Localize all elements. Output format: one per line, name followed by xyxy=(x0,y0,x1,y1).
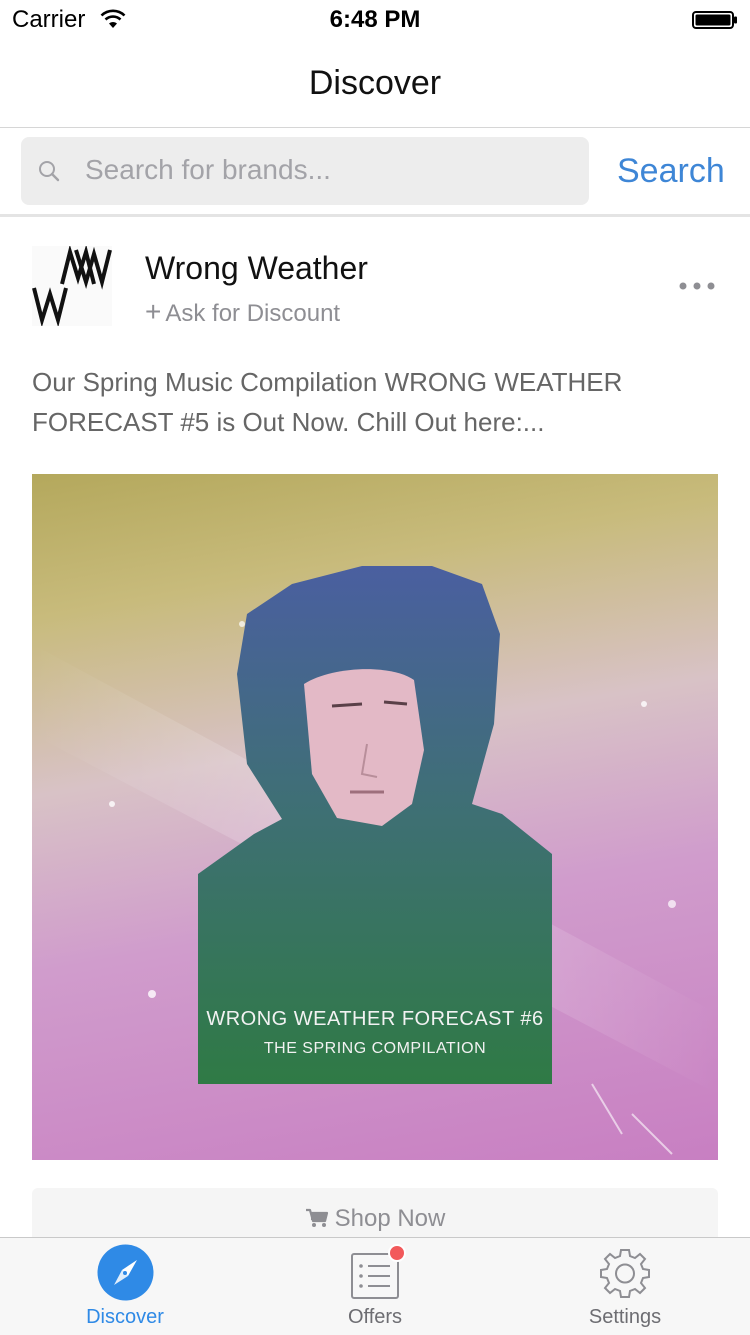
search-button[interactable]: Search xyxy=(617,152,725,191)
shop-now-label: Shop Now xyxy=(334,1205,446,1232)
plus-icon: + xyxy=(145,296,162,327)
tab-discover-label: Discover xyxy=(86,1306,164,1328)
post-text: Our Spring Music Compilation WRONG WEATH… xyxy=(32,367,623,437)
battery-icon xyxy=(692,11,738,29)
ask-for-discount-button[interactable]: + Ask for Discount xyxy=(145,296,340,328)
search-placeholder: Search for brands... xyxy=(85,154,331,185)
album-title: WRONG WEATHER FORECAST #6 xyxy=(206,1008,544,1030)
tab-discover[interactable]: Discover xyxy=(0,1238,250,1335)
tab-settings-label: Settings xyxy=(588,1306,662,1328)
brand-name[interactable]: Wrong Weather xyxy=(145,250,368,287)
search-input[interactable]: Search for brands... xyxy=(21,137,589,205)
search-bar: Search for brands... Search xyxy=(0,128,750,217)
gear-icon xyxy=(600,1248,650,1303)
navigation-bar: Discover xyxy=(0,40,750,128)
compass-icon xyxy=(97,1244,154,1306)
tab-settings[interactable]: Settings xyxy=(500,1238,750,1335)
status-bar: Carrier 6:48 PM xyxy=(0,0,750,40)
search-icon xyxy=(37,159,61,188)
cart-icon xyxy=(305,1207,329,1235)
brand-logo[interactable] xyxy=(32,244,112,328)
album-subtitle: THE SPRING COMPILATION xyxy=(263,1040,487,1057)
more-options-icon[interactable] xyxy=(678,278,718,290)
tab-offers[interactable]: Offers xyxy=(250,1238,500,1335)
clock: 6:48 PM xyxy=(329,6,421,33)
tab-offers-label: Offers xyxy=(347,1306,403,1328)
page-title: Discover xyxy=(308,64,442,102)
tab-bar: Discover Offers Settings xyxy=(0,1237,750,1335)
notification-badge xyxy=(388,1244,406,1262)
ask-discount-label: Ask for Discount xyxy=(165,300,341,327)
